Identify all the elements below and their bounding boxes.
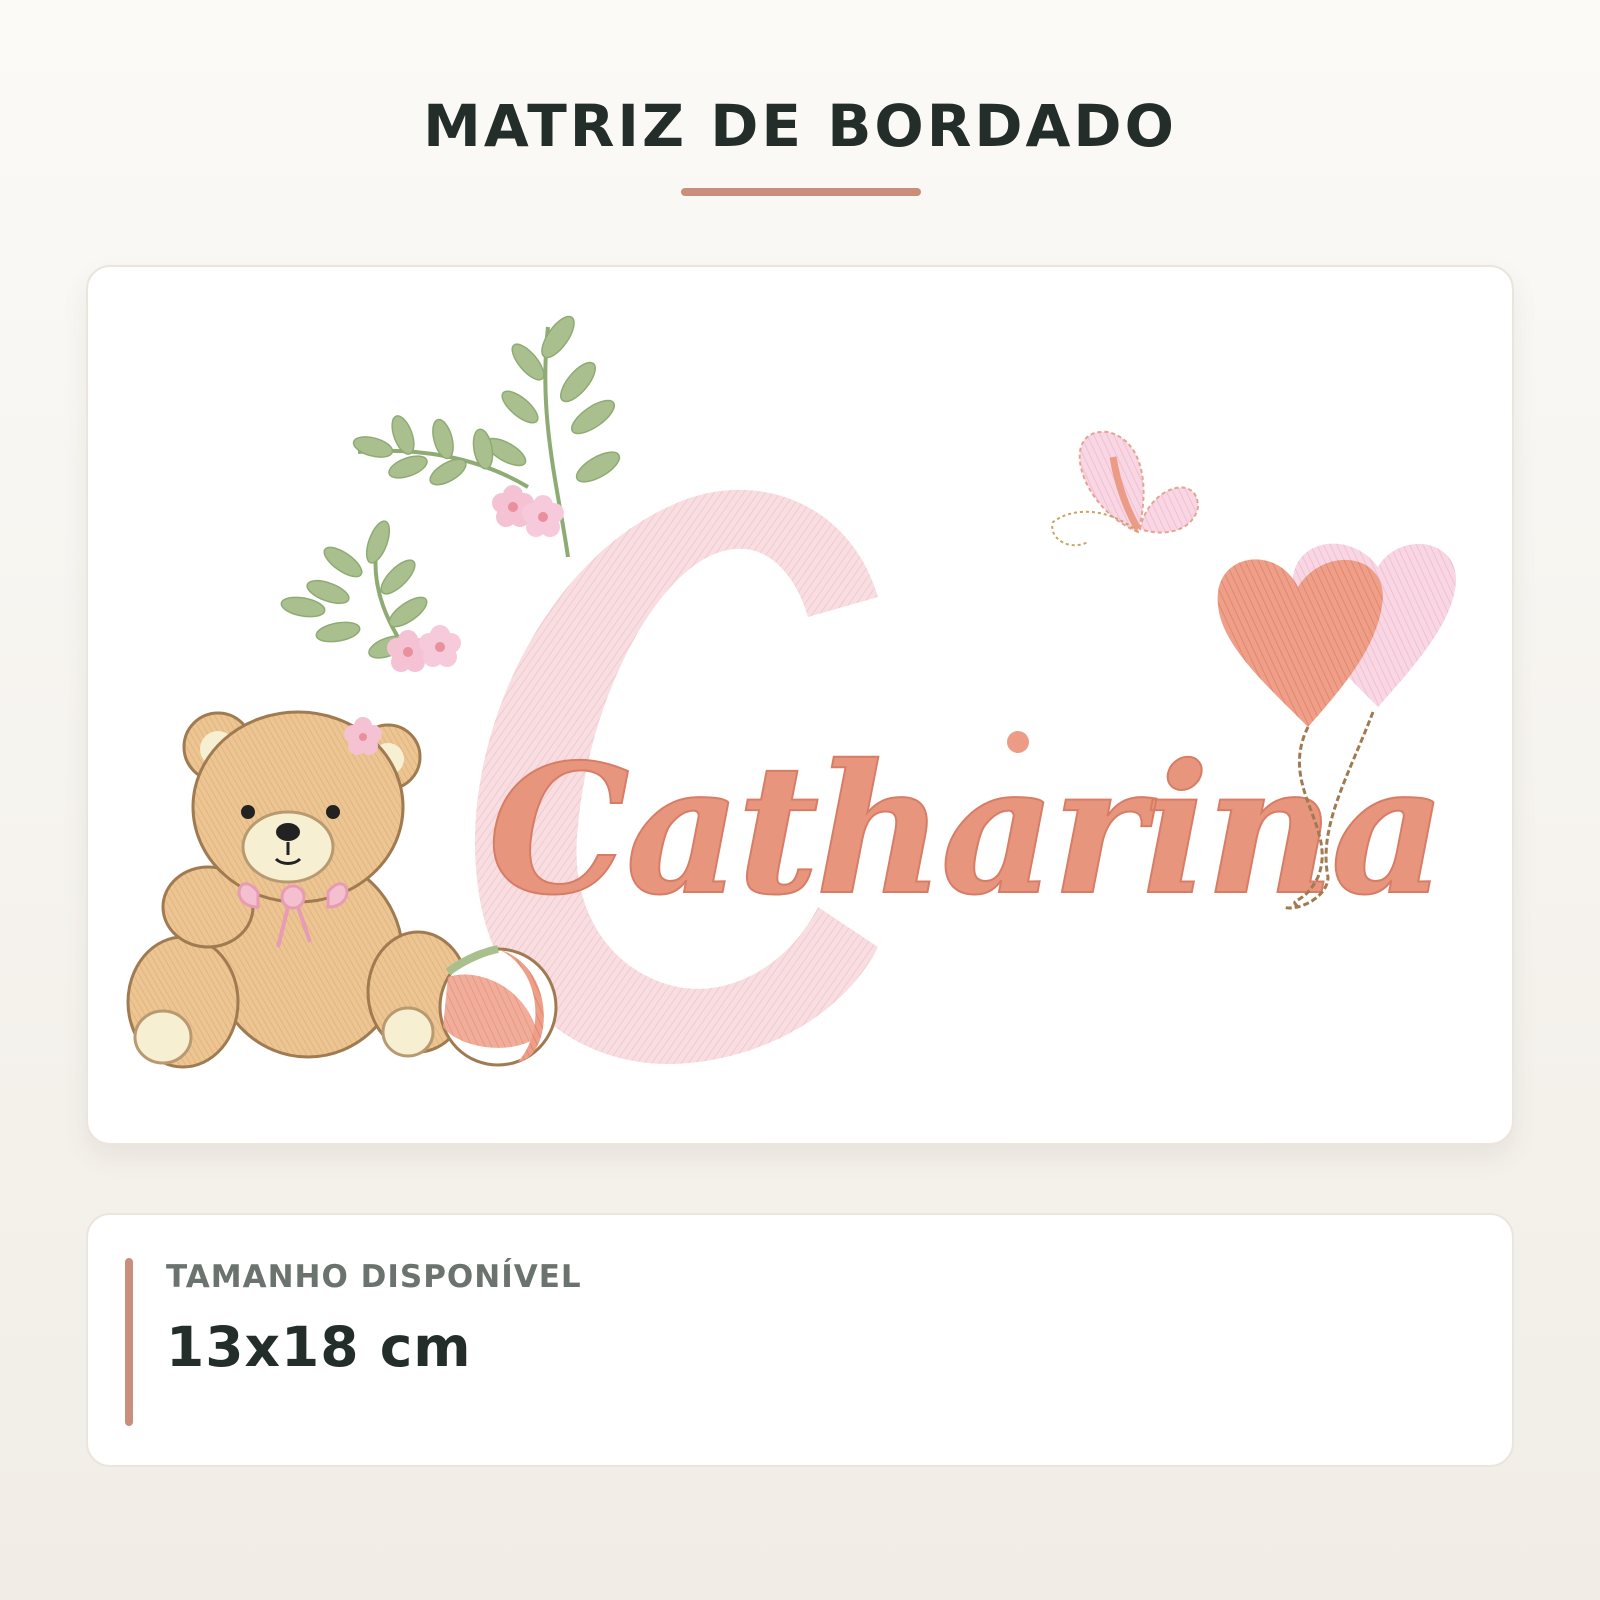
flower-cluster-top — [492, 485, 564, 537]
accent-bar — [125, 1258, 133, 1426]
butterfly — [1051, 430, 1200, 547]
embroidery-preview-card: Catharina — [86, 265, 1514, 1145]
leaf-sprig-top — [352, 315, 621, 558]
size-value: 13x18 cm — [166, 1315, 472, 1379]
flower-cluster-left — [387, 625, 461, 672]
title-underline — [681, 188, 921, 196]
embroidery-design-image: Catharina — [126, 315, 1457, 1069]
page-title: MATRIZ DE BORDADO — [423, 92, 1177, 160]
size-label: TAMANHO DISPONÍVEL — [166, 1259, 582, 1295]
beach-ball — [438, 945, 558, 1067]
size-info-card: TAMANHO DISPONÍVEL 13x18 cm — [86, 1213, 1514, 1467]
teddy-bear — [126, 710, 470, 1069]
